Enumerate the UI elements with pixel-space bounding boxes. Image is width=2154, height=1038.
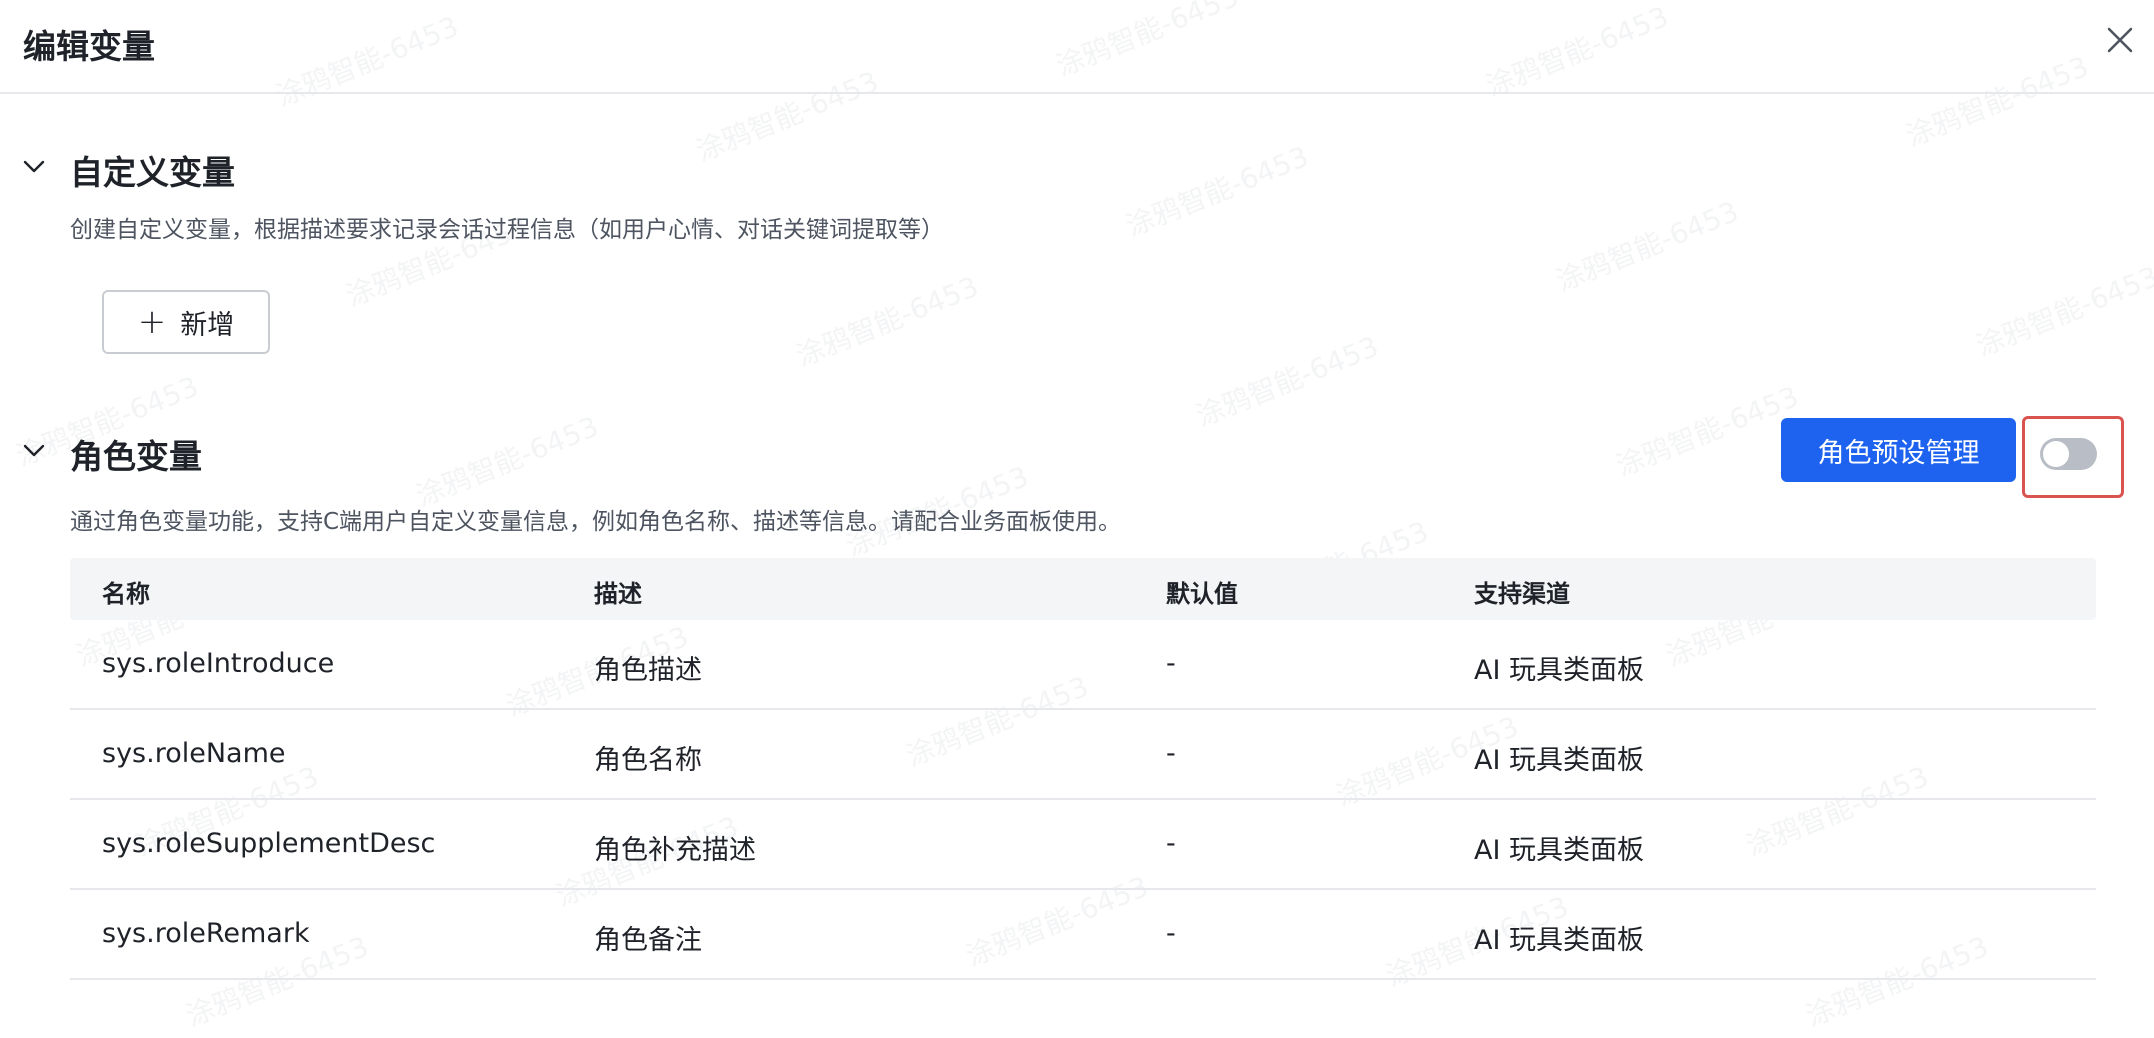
cell-name: sys.roleIntroduce xyxy=(102,648,335,679)
column-header-default: 默认值 xyxy=(1166,580,1238,608)
watermark: 涂鸦智能-6453 xyxy=(1611,379,1804,483)
cell-name: sys.roleSupplementDesc xyxy=(102,828,436,859)
cell-name: sys.roleName xyxy=(102,738,286,769)
cell-default: - xyxy=(1166,738,1176,769)
custom-section-title: 自定义变量 xyxy=(70,153,235,192)
close-button[interactable] xyxy=(2100,20,2140,60)
dialog-title: 编辑变量 xyxy=(23,27,155,66)
cell-name: sys.roleRemark xyxy=(102,918,310,949)
table-row: sys.roleName 角色名称 - AI 玩具类面板 xyxy=(70,710,2096,800)
watermark: 涂鸦智能-6453 xyxy=(411,409,604,513)
cell-channel: AI 玩具类面板 xyxy=(1474,745,1645,776)
close-icon xyxy=(2107,27,2133,53)
cell-description: 角色备注 xyxy=(594,925,702,956)
table-header: 名称 描述 默认值 支持渠道 xyxy=(70,558,2096,620)
cell-default: - xyxy=(1166,648,1176,679)
column-header-name: 名称 xyxy=(102,580,150,608)
watermark: 涂鸦智能-6453 xyxy=(1551,194,1744,298)
cell-description: 角色名称 xyxy=(594,745,702,776)
cell-description: 角色补充描述 xyxy=(594,835,756,866)
cell-description: 角色描述 xyxy=(594,655,702,686)
watermark: 涂鸦智能-6453 xyxy=(1191,329,1384,433)
role-section-description: 通过角色变量功能，支持C端用户自定义变量信息，例如角色名称、描述等信息。请配合业… xyxy=(70,509,1122,535)
role-section-collapse-toggle[interactable] xyxy=(18,434,50,466)
add-variable-label: 新增 xyxy=(180,309,235,341)
plus-icon: + xyxy=(137,302,167,342)
table-row: sys.roleIntroduce 角色描述 - AI 玩具类面板 xyxy=(70,620,2096,710)
chevron-down-icon xyxy=(23,444,45,457)
cell-default: - xyxy=(1166,918,1176,949)
cell-default: - xyxy=(1166,828,1176,859)
custom-section-collapse-toggle[interactable] xyxy=(18,150,50,182)
watermark: 涂鸦智能-6453 xyxy=(791,269,984,373)
column-header-channel: 支持渠道 xyxy=(1474,580,1570,608)
chevron-down-icon xyxy=(23,160,45,173)
role-preset-management-button[interactable]: 角色预设管理 xyxy=(1781,418,2016,482)
add-variable-button[interactable]: + 新增 xyxy=(102,290,270,354)
cell-channel: AI 玩具类面板 xyxy=(1474,655,1645,686)
role-variable-table: 名称 描述 默认值 支持渠道 sys.roleIntroduce 角色描述 - … xyxy=(70,558,2096,980)
role-section-title: 角色变量 xyxy=(70,437,202,476)
role-variable-toggle[interactable] xyxy=(2040,438,2097,470)
watermark: 涂鸦智能-6453 xyxy=(1121,139,1314,243)
table-row: sys.roleSupplementDesc 角色补充描述 - AI 玩具类面板 xyxy=(70,800,2096,890)
column-header-description: 描述 xyxy=(594,580,642,608)
toggle-knob xyxy=(2043,441,2069,467)
cell-channel: AI 玩具类面板 xyxy=(1474,925,1645,956)
watermark: 涂鸦智能-6453 xyxy=(1971,259,2154,363)
table-row: sys.roleRemark 角色备注 - AI 玩具类面板 xyxy=(70,890,2096,980)
custom-section-description: 创建自定义变量，根据描述要求记录会话过程信息（如用户心情、对话关键词提取等） xyxy=(70,217,944,243)
cell-channel: AI 玩具类面板 xyxy=(1474,835,1645,866)
dialog-header: 编辑变量 xyxy=(0,0,2154,94)
